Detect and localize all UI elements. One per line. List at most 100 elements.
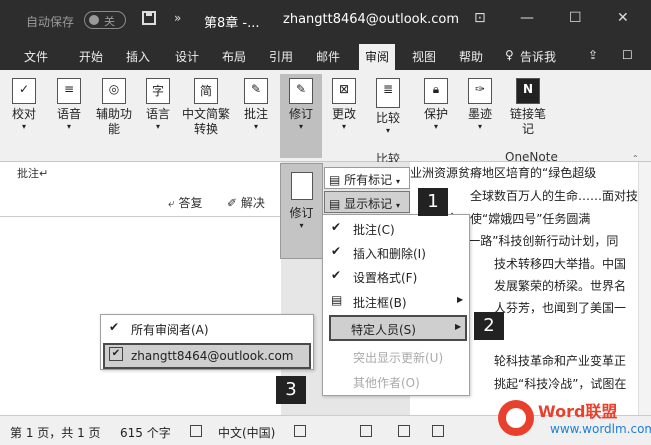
- proofing-status-icon[interactable]: [190, 425, 202, 437]
- resolve-button[interactable]: ✐ 解决: [227, 194, 265, 211]
- callout-badge-2: 2: [474, 312, 504, 340]
- autosave-label: 自动保存: [26, 15, 75, 29]
- chevron-down-icon: ▾: [341, 122, 346, 131]
- menu-item-insertions-deletions[interactable]: ✔ 插入和删除(I): [323, 241, 469, 265]
- ink-label: 墨迹: [467, 107, 492, 121]
- menu-item-label: 所有审阅者(A): [131, 323, 209, 337]
- close-icon[interactable]: ✕: [617, 10, 629, 26]
- comments-icon[interactable]: ☐: [622, 48, 633, 62]
- save-icon[interactable]: [142, 11, 156, 25]
- tab-mailings[interactable]: 邮件: [316, 48, 340, 65]
- menu-item-label: 批注(C): [353, 223, 395, 237]
- tab-layout[interactable]: 布局: [222, 48, 246, 65]
- linked-notes-button[interactable]: N 链接笔记: [508, 74, 548, 158]
- user-account[interactable]: zhangtt8464@outlook.com: [283, 12, 459, 27]
- language-status[interactable]: 中文(中国): [218, 424, 275, 441]
- speech-label: 语音: [56, 107, 81, 121]
- submenu-arrow-icon: ▶: [455, 322, 462, 331]
- protect-button[interactable]: 🔒︎ 保护 ▾: [418, 74, 454, 158]
- tab-file[interactable]: 文件: [24, 48, 48, 65]
- maximize-icon[interactable]: ☐: [569, 10, 582, 26]
- onenote-icon: N: [516, 78, 540, 104]
- watermark-url: www.wordlm.com: [550, 422, 651, 436]
- menu-item-reviewer[interactable]: ✔ zhangtt8464@outlook.com: [103, 343, 311, 369]
- language-icon: 字: [146, 78, 170, 104]
- show-markup-button[interactable]: ▤ 显示标记 ▾: [324, 191, 410, 213]
- watermark: Word联盟 www.wordlm.com: [498, 392, 651, 445]
- chinese-conversion-button[interactable]: 简 中文简繁转换: [180, 74, 232, 158]
- doc-line: 轮科技革命和产业变革正: [494, 354, 627, 368]
- linked-notes-label: 链接笔记: [509, 107, 546, 136]
- lightbulb-icon[interactable]: ♀: [505, 48, 514, 62]
- autosave-state: 关: [104, 15, 115, 28]
- language-button[interactable]: 字 语言 ▾: [140, 74, 176, 158]
- doc-line: 人芬芳，也闻到了美国一: [494, 301, 627, 315]
- word-count[interactable]: 615 个字: [120, 424, 171, 441]
- markup-icon: ▤: [329, 173, 341, 187]
- speech-button[interactable]: ≡ 语音 ▾: [50, 74, 88, 158]
- accessibility-icon: ◎: [102, 78, 126, 104]
- accessibility-button[interactable]: ◎ 辅助功能: [92, 74, 136, 158]
- tab-insert[interactable]: 插入: [126, 48, 150, 65]
- macro-icon[interactable]: [294, 425, 306, 437]
- menu-item-balloons[interactable]: ▤ 批注框(B) ▶: [323, 290, 469, 314]
- track-changes-icon: ✎: [289, 78, 313, 104]
- tab-design[interactable]: 设计: [175, 48, 199, 65]
- web-layout-icon[interactable]: [432, 425, 444, 437]
- chevron-down-icon: ▾: [155, 122, 160, 131]
- title-bar: 自动保存 关 » 第8章 -... zhangtt8464@outlook.co…: [0, 0, 651, 42]
- tab-review[interactable]: 审阅: [359, 44, 396, 70]
- doc-line: 发展繁荣的桥梁。世界名: [494, 279, 627, 293]
- show-markup-icon: ▤: [329, 197, 341, 211]
- track-changes-icon: [290, 172, 313, 200]
- chevron-down-icon: ▾: [253, 122, 258, 131]
- compare-icon: ≣: [376, 78, 400, 108]
- menu-item-label: 其他作者(O): [353, 376, 420, 390]
- print-layout-icon[interactable]: [398, 425, 410, 437]
- comments-button[interactable]: ✎ 批注 ▾: [238, 74, 274, 158]
- callout-badge-1: 1: [418, 188, 448, 216]
- reply-label: 答复: [178, 196, 203, 210]
- chevron-down-icon: ▾: [477, 122, 482, 131]
- quick-access-more[interactable]: »: [174, 11, 181, 25]
- submenu-arrow-icon: ▶: [457, 295, 464, 304]
- track-changes-panel-label: 修订: [289, 206, 314, 220]
- tab-view[interactable]: 视图: [412, 48, 436, 65]
- menu-item-label: 特定人员(S): [351, 323, 416, 337]
- chevron-down-icon: ▾: [385, 126, 390, 135]
- proofing-button[interactable]: ✓ 校对 ▾: [6, 74, 42, 158]
- menu-item-all-reviewers[interactable]: ✔ 所有审阅者(A): [101, 317, 313, 341]
- all-markup-select[interactable]: ▤ 所有标记 ▾: [324, 167, 410, 189]
- autosave-toggle[interactable]: 关: [84, 11, 126, 29]
- tab-tell-me[interactable]: 告诉我: [520, 48, 556, 65]
- minimize-icon[interactable]: —: [520, 10, 534, 26]
- page-count[interactable]: 第 1 页，共 1 页: [10, 424, 101, 441]
- tab-help[interactable]: 帮助: [459, 48, 483, 65]
- ink-button[interactable]: ✑ 墨迹 ▾: [462, 74, 498, 158]
- reply-button[interactable]: ⤶ 答复: [168, 194, 203, 211]
- language-label: 语言: [145, 107, 170, 121]
- track-changes-button[interactable]: ✎ 修订 ▾: [280, 74, 322, 158]
- word-logo-icon: [498, 400, 534, 436]
- compare-button[interactable]: ≣ 比较 ▾: [370, 74, 406, 158]
- menu-item-highlight-updates: 突出显示更新(U): [323, 345, 469, 369]
- menu-item-specific-people[interactable]: 特定人员(S) ▶: [329, 315, 467, 341]
- chevron-down-icon: ▾: [21, 122, 26, 131]
- share-icon[interactable]: ⇪: [588, 48, 598, 62]
- menu-item-formatting[interactable]: ✔ 设置格式(F): [323, 265, 469, 289]
- changes-button[interactable]: ⊠ 更改 ▾: [326, 74, 362, 158]
- menu-item-label: 突出显示更新(U): [353, 351, 444, 365]
- doc-line: “带一路”科技创新行动计划，同: [450, 234, 619, 248]
- tab-references[interactable]: 引用: [269, 48, 293, 65]
- vertical-scrollbar[interactable]: [638, 162, 651, 415]
- menu-item-other-authors: 其他作者(O): [323, 370, 469, 394]
- toggle-knob: [89, 15, 99, 25]
- tab-home[interactable]: 开始: [79, 48, 103, 65]
- doc-line: 全球数百万人的生命……面对技: [470, 189, 639, 203]
- menu-item-comments[interactable]: ✔ 批注(C): [323, 217, 469, 241]
- comment-placeholder: 批注↵: [17, 167, 49, 180]
- read-mode-icon[interactable]: [360, 425, 372, 437]
- ribbon-display-icon[interactable]: ⊡: [474, 10, 486, 26]
- track-changes-panel[interactable]: 修订 ▾: [280, 163, 323, 259]
- conversion-label: 中文简繁转换: [181, 107, 230, 136]
